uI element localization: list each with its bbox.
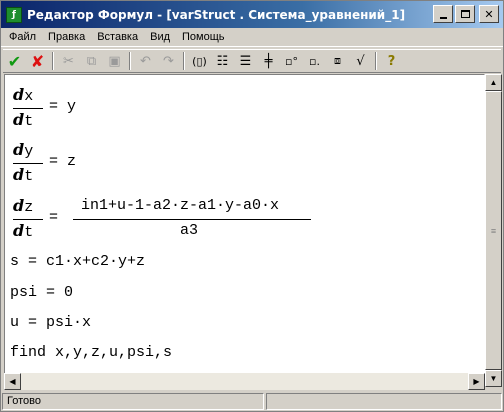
scroll-right-button[interactable]: ▶ — [468, 373, 485, 390]
den-var: t — [24, 224, 34, 241]
undo-button[interactable]: ↶ — [134, 50, 157, 72]
close-icon: ✕ — [484, 7, 494, 21]
menu-edit[interactable]: Правка — [42, 31, 91, 43]
title-bar[interactable]: ƒ Редактор Формул - [varStruct . Система… — [1, 1, 503, 28]
den-var: t — [24, 113, 34, 130]
d-symbol: d — [13, 110, 25, 129]
sqrt-icon: √ — [356, 53, 365, 69]
find-statement: find x,y,z,u,psi,s — [10, 344, 173, 361]
d-symbol: d — [13, 140, 25, 159]
d-symbol: d — [13, 85, 25, 104]
den-var: t — [24, 168, 34, 185]
scroll-left-button[interactable]: ◀ — [4, 373, 21, 390]
status-text: Готово — [2, 393, 264, 410]
menu-view[interactable]: Вид — [144, 31, 176, 43]
help-button[interactable]: ? — [380, 50, 403, 72]
cut-button[interactable]: ✂ — [57, 50, 80, 72]
matrix-icon: (▯) — [192, 54, 207, 68]
scroll-down-button[interactable]: ▼ — [485, 370, 502, 387]
copy-button[interactable]: ⧉ — [80, 50, 103, 72]
formula-app-icon: ƒ — [6, 6, 22, 23]
scroll-up-button[interactable]: ▲ — [485, 74, 502, 91]
row-insert-button[interactable]: ☷ — [211, 50, 234, 72]
toolbar-separator — [375, 52, 377, 70]
help-icon: ? — [387, 53, 396, 69]
maximize-button[interactable] — [455, 5, 475, 23]
equation-5: psi = 0 — [10, 284, 74, 301]
add-col-button[interactable]: ╪ — [257, 50, 280, 72]
vertical-scrollbar[interactable]: ▲ ≡ ▼ — [485, 74, 502, 387]
menu-help[interactable]: Помощь — [176, 31, 231, 43]
scroll-thumb[interactable]: ≡ — [485, 91, 502, 370]
paste-icon: ▣ — [108, 53, 121, 69]
window-controls: ✕ — [433, 5, 499, 23]
minimize-button[interactable] — [433, 5, 453, 23]
col-insert-button[interactable]: ☰ — [234, 50, 257, 72]
equation-3-equals: = — [49, 209, 59, 226]
subscript-icon: ⧈ — [334, 54, 341, 67]
arrow-up-icon: ▲ — [489, 78, 498, 87]
insert-left-icon: ▫° — [285, 54, 298, 68]
col-insert-icon: ☰ — [239, 53, 252, 69]
num-var: y — [24, 143, 34, 160]
d-symbol: d — [13, 196, 25, 215]
equation-4: s = c1·x+c2·y+z — [10, 253, 146, 270]
arrow-down-icon: ▼ — [489, 374, 498, 383]
status-bar: Готово — [1, 392, 503, 411]
copy-icon: ⧉ — [86, 53, 97, 69]
maximize-icon — [460, 10, 470, 18]
toolbar-separator — [129, 52, 131, 70]
num-var: z — [24, 199, 34, 216]
toolbar-separator — [183, 52, 185, 70]
formula-editor-area[interactable]: dx dt = y dy dt = z dz dt = in1+u-1-a2·z… — [4, 74, 485, 387]
d-symbol: d — [13, 165, 25, 184]
subscript-button[interactable]: ⧈ — [326, 50, 349, 72]
insert-right-icon: ▫. — [309, 54, 320, 68]
equation-6: u = psi·x — [10, 314, 92, 331]
num-var: x — [24, 88, 34, 105]
window-title: Редактор Формул - [varStruct . Система_у… — [27, 7, 406, 22]
cancel-button[interactable]: ✘ — [26, 50, 49, 72]
add-col-icon: ╪ — [264, 53, 273, 69]
toolbar-separator — [52, 52, 54, 70]
sqrt-button[interactable]: √ — [349, 50, 372, 72]
menu-insert[interactable]: Вставка — [91, 31, 144, 43]
paste-button[interactable]: ▣ — [103, 50, 126, 72]
formula-editor-window: ƒ Редактор Формул - [varStruct . Система… — [0, 0, 504, 412]
redo-button[interactable]: ↷ — [157, 50, 180, 72]
rhs-denominator: a3 — [180, 222, 199, 239]
horizontal-scrollbar[interactable]: ◀ ▶ — [4, 373, 485, 390]
close-button[interactable]: ✕ — [479, 5, 499, 23]
equation-2-rhs: = z — [49, 153, 77, 170]
equation-1-rhs: = y — [49, 98, 77, 115]
rhs-numerator: in1+u-1-a2·z-a1·y-a0·x — [81, 197, 280, 214]
row-insert-icon: ☷ — [216, 53, 229, 69]
accept-button[interactable]: ✔ — [3, 50, 26, 72]
matrix-button[interactable]: (▯) — [188, 50, 211, 72]
arrow-left-icon: ◀ — [9, 377, 16, 386]
undo-icon: ↶ — [140, 53, 151, 69]
status-pane-empty — [266, 393, 502, 410]
insert-right-button[interactable]: ▫. — [303, 50, 326, 72]
check-icon: ✔ — [7, 51, 22, 71]
cut-icon: ✂ — [63, 53, 74, 69]
minimize-icon — [439, 16, 447, 19]
menu-bar: Файл Правка Вставка Вид Помощь — [1, 28, 503, 47]
grip-icon: ≡ — [490, 225, 497, 236]
insert-left-button[interactable]: ▫° — [280, 50, 303, 72]
menu-file[interactable]: Файл — [3, 31, 42, 43]
arrow-right-icon: ▶ — [473, 377, 480, 386]
d-symbol: d — [13, 221, 25, 240]
cross-icon: ✘ — [30, 51, 45, 71]
toolbar: ✔ ✘ ✂ ⧉ ▣ ↶ ↷ (▯) ☷ ☰ ╪ ▫° ▫. ⧈ √ ? — [3, 49, 501, 73]
redo-icon: ↷ — [163, 53, 174, 69]
